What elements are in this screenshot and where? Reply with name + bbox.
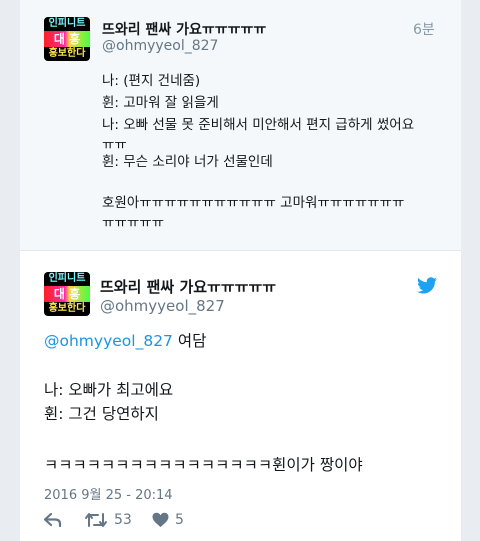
tweet-text-line: 나: 오빠가 최고에요 <box>44 381 174 399</box>
avatar-text-middle: 대 흥 <box>44 31 90 47</box>
reply-icon <box>44 513 62 527</box>
retweet-count: 53 <box>114 512 132 528</box>
like-count: 5 <box>175 512 184 528</box>
twitter-bird-icon[interactable] <box>417 277 437 294</box>
tweet-card[interactable]: 인피니트 대 흥 홍보한다 뜨와리 팬싸 가요ㅠㅠㅠㅠㅠ @ohmyyeol_8… <box>20 0 461 251</box>
like-icon <box>152 512 169 527</box>
tweet-text-line: ㅠㅠㅠㅠㅠ <box>102 215 165 231</box>
avatar-text-middle: 대 흥 <box>44 286 90 302</box>
avatar[interactable]: 인피니트 대 흥 홍보한다 <box>44 17 90 61</box>
reply-text: 여담 <box>172 332 207 350</box>
tweet-text-line: ㅋㅋㅋㅋㅋㅋㅋㅋㅋㅋㅋㅋㅋㅋㅋㅋ휜이가 짱이야 <box>44 456 363 474</box>
tweet-time[interactable]: 6분 <box>413 19 435 39</box>
tweet-text-line: 휜: 그건 당연하지 <box>44 405 159 423</box>
avatar-text-top: 인피니트 <box>48 18 86 29</box>
tweet-timestamp[interactable]: 2016 9월 25 - 20:14 <box>44 484 173 503</box>
tweet-thread: 인피니트 대 흥 홍보한다 뜨와리 팬싸 가요ㅠㅠㅠㅠㅠ @ohmyyeol_8… <box>20 0 461 541</box>
tweet-text-line: 휜: 고마워 잘 읽을게 <box>102 95 219 111</box>
avatar-text-bottom: 홍보한다 <box>48 303 86 314</box>
user-handle[interactable]: @ohmyyeol_827 <box>100 297 225 315</box>
like-button[interactable]: 5 <box>152 512 184 528</box>
user-handle[interactable]: @ohmyyeol_827 <box>102 38 218 54</box>
avatar-text-bottom: 홍보한다 <box>48 48 86 59</box>
tweet-text-line: 호원아ㅠㅠㅠㅠㅠㅠㅠㅠㅠㅠㅠ 고마워ㅠㅠㅠㅠㅠㅠㅠ <box>102 195 405 211</box>
tweet-card[interactable]: 인피니트 대 흥 홍보한다 뜨와리 팬싸 가요ㅠㅠㅠㅠㅠ @ohmyyeol_8… <box>20 251 461 541</box>
mention-link[interactable]: @ohmyyeol_827 <box>44 332 173 350</box>
reply-button[interactable] <box>44 513 62 527</box>
display-name[interactable]: 뜨와리 팬싸 가요ㅠㅠㅠㅠㅠ <box>100 276 276 297</box>
tweet-text-line: 나: 오빠 선물 못 준비해서 미안해서 편지 급하게 썼어요 <box>102 117 415 133</box>
tweet-text-line: 나: (편지 건네줌) <box>102 73 201 89</box>
retweet-icon <box>85 513 107 527</box>
reply-line: @ohmyyeol_827 여담 <box>44 331 206 351</box>
display-name[interactable]: 뜨와리 팬싸 가요ㅠㅠㅠㅠㅠ <box>102 19 266 39</box>
tweet-text-line: 휜: 무슨 소리야 너가 선물인데 <box>102 154 273 170</box>
retweet-button[interactable]: 53 <box>84 512 132 528</box>
avatar-text-top: 인피니트 <box>48 273 86 284</box>
avatar[interactable]: 인피니트 대 흥 홍보한다 <box>44 272 90 316</box>
